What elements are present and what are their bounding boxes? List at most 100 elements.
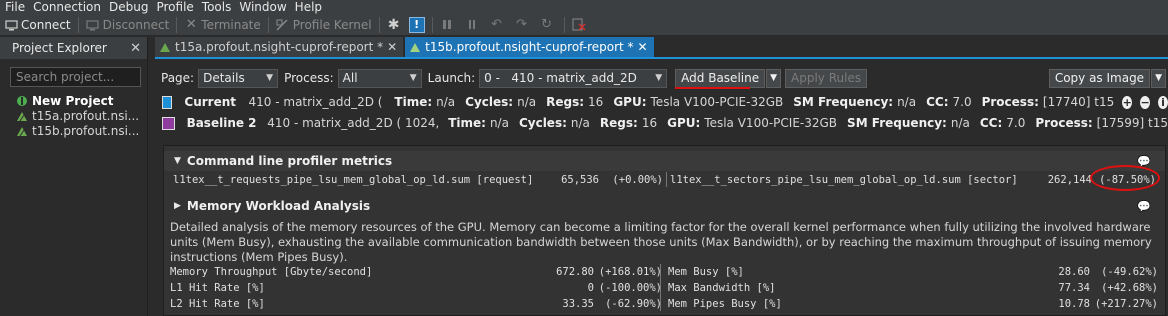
result-color-swatch	[162, 95, 173, 109]
chevron-down-icon: ▼	[770, 73, 778, 83]
time-value: n/a	[436, 95, 456, 109]
page-select-value: Details	[203, 71, 245, 85]
chevron-down-icon: ▼	[266, 73, 274, 83]
settings-gear-button[interactable]: ✱	[383, 15, 408, 35]
cycles-value: n/a	[570, 116, 590, 130]
metric-delta: (+0.00%)	[612, 173, 663, 186]
process-select[interactable]: All ▼	[337, 68, 422, 88]
connect-button[interactable]: Connect	[0, 15, 75, 35]
sm-frequency-label: SM Frequency:	[847, 116, 947, 130]
stop-button[interactable]	[461, 15, 486, 35]
result-current[interactable]: Current 410 - matrix_add_2D ( 1024, 10..…	[155, 92, 1168, 112]
profile-kernel-label: Profile Kernel	[292, 17, 372, 32]
metric-value: 10.78	[1058, 297, 1090, 310]
metric-value: 262,144	[1047, 173, 1092, 186]
menu-help[interactable]: Help	[290, 0, 325, 14]
report-file-icon	[159, 41, 171, 53]
metric-delta: (-62.90%)	[605, 297, 662, 310]
menu-tools[interactable]: Tools	[197, 0, 235, 14]
launch-select[interactable]: 0 - 410 - matrix_add_2D ▼	[479, 68, 668, 88]
page-select[interactable]: Details ▼	[198, 68, 279, 88]
info-icon[interactable]: i	[1158, 95, 1168, 109]
page-label: Page:	[161, 71, 195, 85]
menu-file[interactable]: File	[0, 0, 28, 14]
close-tab-icon[interactable]: ✕	[387, 40, 397, 54]
refresh-icon: ↻	[541, 17, 553, 32]
close-icon[interactable]: ✕	[130, 41, 141, 56]
report-view: t15a.profout.nsight-cuprof-report * ✕ t1…	[155, 37, 1168, 316]
report-options-button[interactable]	[568, 15, 593, 35]
gpu-value: Tesla V100-PCIE-32GB	[704, 116, 838, 130]
tab-t15a[interactable]: t15a.profout.nsight-cuprof-report * ✕	[155, 37, 404, 57]
process-label: Process:	[981, 95, 1039, 109]
metric-value: 672.80	[556, 265, 594, 278]
disconnect-button[interactable]: Disconnect	[82, 15, 174, 35]
gpu-value: Tesla V100-PCIE-32GB	[650, 95, 784, 109]
metric-name: Mem Pipes Busy [%]	[668, 297, 782, 310]
copy-as-image-menu-button[interactable]: ▼	[1151, 68, 1166, 88]
close-tab-icon[interactable]: ✕	[638, 40, 648, 54]
menu-connection[interactable]: Connection	[28, 0, 104, 14]
auto-profile-icon: !	[408, 16, 425, 33]
cycles-label: Cycles:	[465, 95, 514, 109]
cycles-value: n/a	[517, 95, 537, 109]
project-explorer-panel: Project Explorer ✕ Search project... New…	[0, 37, 148, 316]
toolbar-divider	[563, 16, 565, 33]
cc-label: CC:	[926, 95, 949, 109]
tab-t15b[interactable]: t15b.profout.nsight-cuprof-report * ✕	[405, 37, 654, 57]
terminate-icon: ✕	[185, 17, 197, 32]
project-icon	[16, 95, 28, 107]
regs-value: 16	[641, 116, 658, 130]
metric-delta: (+168.01%)	[598, 265, 662, 278]
gpu-label: GPU:	[667, 116, 701, 130]
metric-value: 28.60	[1058, 265, 1090, 278]
tree-item-new-project[interactable]: New Project	[0, 93, 147, 108]
add-baseline-button[interactable]: Add Baseline	[675, 68, 766, 88]
tree-item-label: t15b.profout.nsi...	[32, 123, 140, 138]
menu-window[interactable]: Window	[234, 0, 289, 14]
step-back-button[interactable]: ↶	[486, 15, 511, 35]
terminate-button[interactable]: ✕ Terminate	[180, 15, 264, 35]
profile-kernel-button[interactable]: Profile Kernel	[272, 15, 376, 35]
apply-rules-button[interactable]: Apply Rules	[785, 68, 868, 88]
tree-item-t15b[interactable]: t15b.profout.nsi...	[0, 123, 147, 138]
metric-name: l1tex__t_sectors_pipe_lsu_mem_global_op_…	[670, 173, 1018, 186]
metric-delta: (+217.27%)	[1094, 297, 1158, 310]
metric-name: Mem Busy [%]	[668, 265, 744, 278]
metric-name: Memory Throughput [Gbyte/second]	[170, 265, 373, 278]
section-title: Memory Workload Analysis	[186, 199, 371, 213]
report-options-icon	[572, 18, 586, 32]
table-row: L1 Hit Rate [%] 0 (-100.00%) Max Bandwid…	[170, 280, 1162, 295]
add-result-icon[interactable]: +	[1122, 95, 1133, 109]
add-baseline-menu-button[interactable]: ▼	[766, 68, 782, 88]
result-baseline[interactable]: Baseline 2 410 - matrix_add_2D ( 1024, 1…	[155, 113, 1168, 133]
tree-item-t15a[interactable]: t15a.profout.nsi...	[0, 108, 147, 123]
metric-delta: (-100.00%)	[598, 281, 662, 294]
cc-value: 7.0	[952, 95, 972, 109]
report-controls: Page: Details ▼ Process: All ▼ Launch: 0…	[155, 67, 1168, 89]
connect-label: Connect	[21, 17, 71, 32]
copy-as-image-button[interactable]: Copy as Image	[1048, 68, 1151, 88]
comment-icon[interactable]: 💬	[1137, 200, 1151, 213]
result-kernel: 410 - matrix_add_2D ( 1024, 10...	[248, 95, 385, 109]
regs-value: 16	[588, 95, 604, 109]
search-project-input[interactable]: Search project...	[10, 67, 141, 87]
time-value: n/a	[489, 116, 509, 130]
step-over-button[interactable]: ↷	[511, 15, 536, 35]
remove-result-icon[interactable]: −	[1140, 95, 1151, 109]
project-explorer-title: Project Explorer	[12, 41, 107, 55]
project-explorer-header: Project Explorer ✕	[0, 37, 147, 59]
chevron-down-icon: ▼	[1155, 73, 1162, 83]
section-header-cmdline[interactable]: ▼ Command line profiler metrics 💬	[164, 151, 1165, 171]
menu-debug[interactable]: Debug	[104, 0, 151, 14]
toolbar-divider	[378, 16, 380, 33]
toolbar-divider	[77, 16, 79, 33]
section-header-memory[interactable]: ▶ Memory Workload Analysis 💬	[164, 196, 1165, 216]
metric-row: l1tex__t_requests_pipe_lsu_mem_global_op…	[173, 172, 663, 187]
menu-profile[interactable]: Profile	[151, 0, 196, 14]
auto-profile-button[interactable]: !	[408, 15, 429, 35]
pause-button[interactable]	[436, 15, 461, 35]
sm-frequency-value: n/a	[950, 116, 970, 130]
refresh-button[interactable]: ↻	[536, 15, 561, 35]
table-row: L2 Hit Rate [%] 33.35 (-62.90%) Mem Pipe…	[170, 296, 1162, 311]
